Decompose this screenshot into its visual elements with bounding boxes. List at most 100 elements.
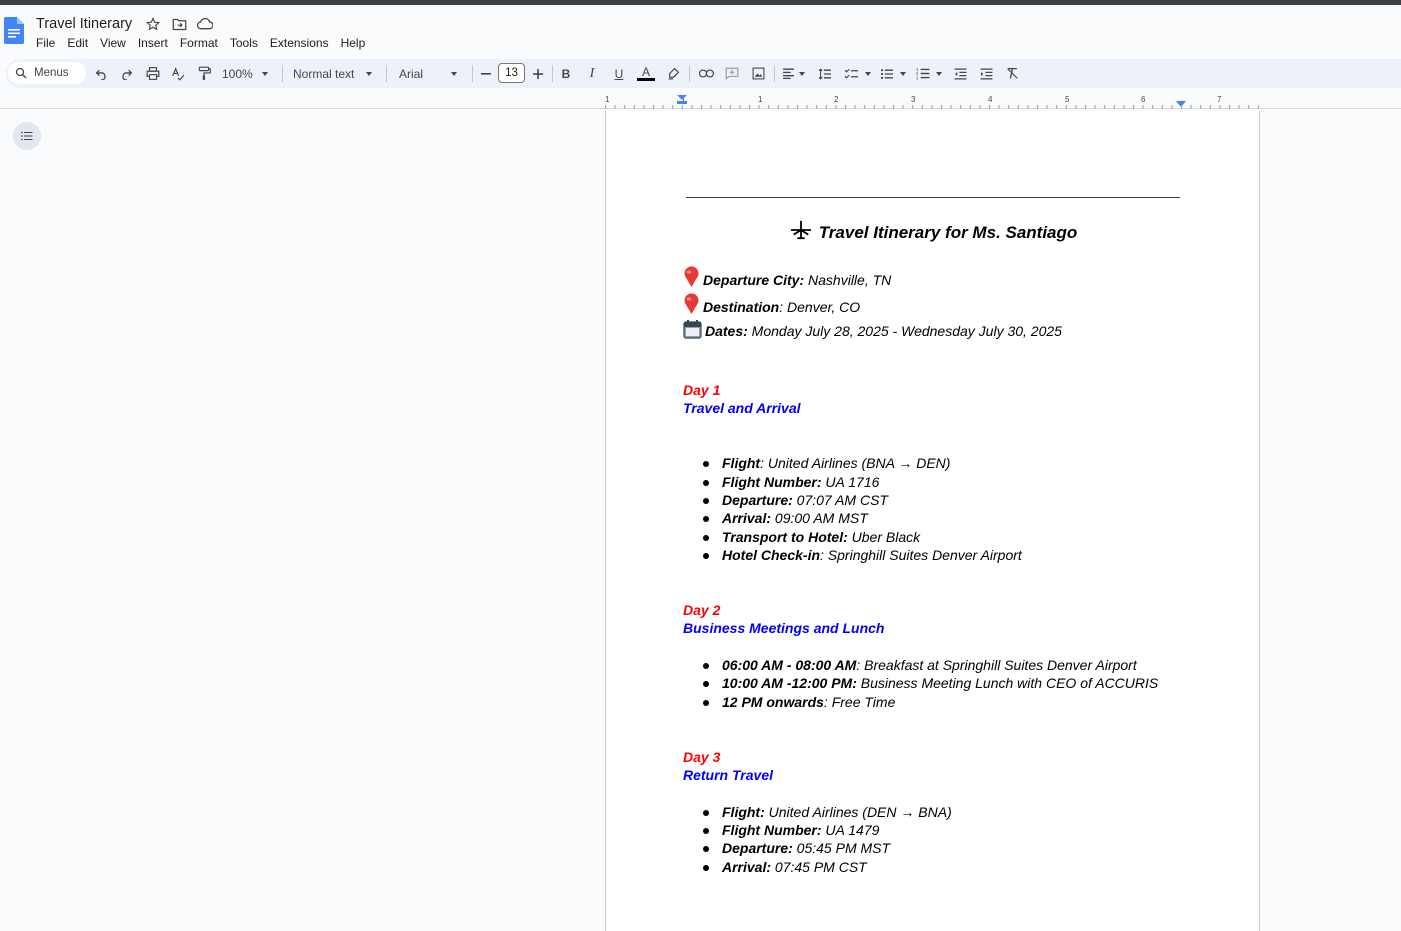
menu-extensions[interactable]: Extensions [264,35,335,51]
ruler-tick [960,105,962,109]
day-2-title: Business Meetings and Lunch [683,620,885,636]
ruler-tick [1008,105,1010,109]
line-spacing-icon[interactable] [817,65,833,82]
chevron-down-icon [865,71,871,76]
checklist-icon[interactable] [844,65,880,82]
ruler-tick [691,105,693,109]
highlight-icon[interactable] [666,65,680,82]
menu-edit[interactable]: Edit [61,35,94,51]
day-3-title: Return Travel [683,767,773,783]
ruler-tick [921,105,923,109]
list-item: Departure: 05:45 PM MST [702,840,890,856]
toolbar-divider [282,65,283,82]
day-1-title: Travel and Arrival [683,400,801,416]
move-folder-icon[interactable] [170,15,188,33]
destination-value: : Denver, CO [779,299,861,315]
text-color-icon[interactable]: A [636,65,656,82]
departure-label: Departure City: [703,272,805,288]
clear-formatting-icon[interactable] [1004,65,1020,82]
toolbar-divider [472,65,473,82]
docs-logo-icon[interactable] [4,17,24,44]
spellcheck-icon[interactable] [170,65,186,82]
outline-icon[interactable] [13,122,41,150]
menu-view[interactable]: View [94,35,132,51]
ruler-tick [989,105,990,109]
list-item: Departure: 07:07 AM CST [703,492,888,508]
map-pin-icon [684,293,699,314]
ruler-label: 1 [758,95,763,104]
dates-label: Dates: [705,323,748,339]
ruler-tick [902,105,904,109]
ruler-tick [1085,105,1086,109]
ruler-tick [893,105,894,109]
numbered-list-icon[interactable]: 123 [916,65,950,82]
ruler-tick [825,105,827,109]
ruler-tick [1113,105,1115,109]
ruler-tick [1200,105,1202,109]
ruler-tick [1190,105,1192,109]
comment-icon[interactable] [724,65,740,82]
ruler-tick [729,105,731,109]
align-icon[interactable] [782,65,808,82]
italic-icon[interactable]: I [585,65,599,82]
ruler-tick [701,105,702,109]
menu-format[interactable]: Format [174,35,224,51]
link-icon[interactable] [698,65,714,82]
cloud-status-icon[interactable] [196,15,214,33]
style-select[interactable]: Normal text [293,65,377,82]
underline-icon[interactable]: U [612,65,626,82]
ruler-tick [1027,105,1029,109]
list-item: Hotel Check-in: Springhill Suites Denver… [703,547,1022,563]
image-icon[interactable] [750,65,766,82]
decrease-indent-icon[interactable] [952,65,968,82]
menu-insert[interactable]: Insert [132,35,174,51]
font-select[interactable]: Arial [399,65,463,82]
ruler-tick [873,105,875,109]
zoom-select[interactable]: 100% [222,65,274,82]
ruler-tick [845,105,846,109]
left-indent-marker [677,101,687,104]
font-size-input[interactable]: 13 [498,63,525,83]
ruler-tick [1056,105,1058,109]
svg-text:3: 3 [916,75,919,80]
bold-icon[interactable]: B [559,65,573,82]
ruler-tick [1238,105,1240,109]
document-page[interactable]: Travel Itinerary for Ms. Santiago Depart… [605,111,1260,931]
list-item: Flight Number: UA 1716 [702,474,879,490]
toolbar: Menus 100% Normal text Arial 13 B I U A [6,59,1401,88]
title-actions [144,15,214,33]
star-icon[interactable] [144,15,162,33]
ruler-tick [912,105,914,109]
toolbar-divider [774,65,775,82]
document-title[interactable]: Travel Itinerary [36,15,132,33]
ruler-tick [998,105,1000,109]
print-icon[interactable] [145,65,161,82]
ruler-tick [1257,105,1259,109]
ruler-tick [1209,105,1211,109]
list-item: Flight: United Airlines (BNA → DEN) [702,455,950,471]
ruler-tick [739,105,741,109]
menu-help[interactable]: Help [335,35,372,51]
toolbar-divider [689,65,690,82]
ruler-tick [1171,105,1173,109]
menu-tools[interactable]: Tools [224,35,264,51]
increase-font-size-button[interactable] [531,65,545,82]
redo-icon[interactable] [118,65,134,82]
undo-icon[interactable] [93,65,109,82]
decrease-font-size-button[interactable] [479,65,493,82]
ruler-tick [864,105,866,109]
list-item: Transport to Hotel: Uber Black [702,529,920,545]
increase-indent-icon[interactable] [978,65,994,82]
ruler-label: 5 [1065,95,1070,104]
ruler-tick [1075,105,1077,109]
menu-file[interactable]: File [30,35,61,51]
ruler-tick [854,105,856,109]
list-item: Flight Number: UA 1479 [702,822,879,838]
calendar-icon [683,320,702,339]
paint-format-icon[interactable] [196,65,212,82]
ruler-scale[interactable]: 1 1 1 2 3 4 5 6 7 [605,93,1259,109]
menus-search[interactable]: Menus [8,62,86,84]
destination-label: Destination [703,299,780,315]
menus-search-label: Menus [34,67,69,79]
bulleted-list-icon[interactable] [880,65,910,82]
